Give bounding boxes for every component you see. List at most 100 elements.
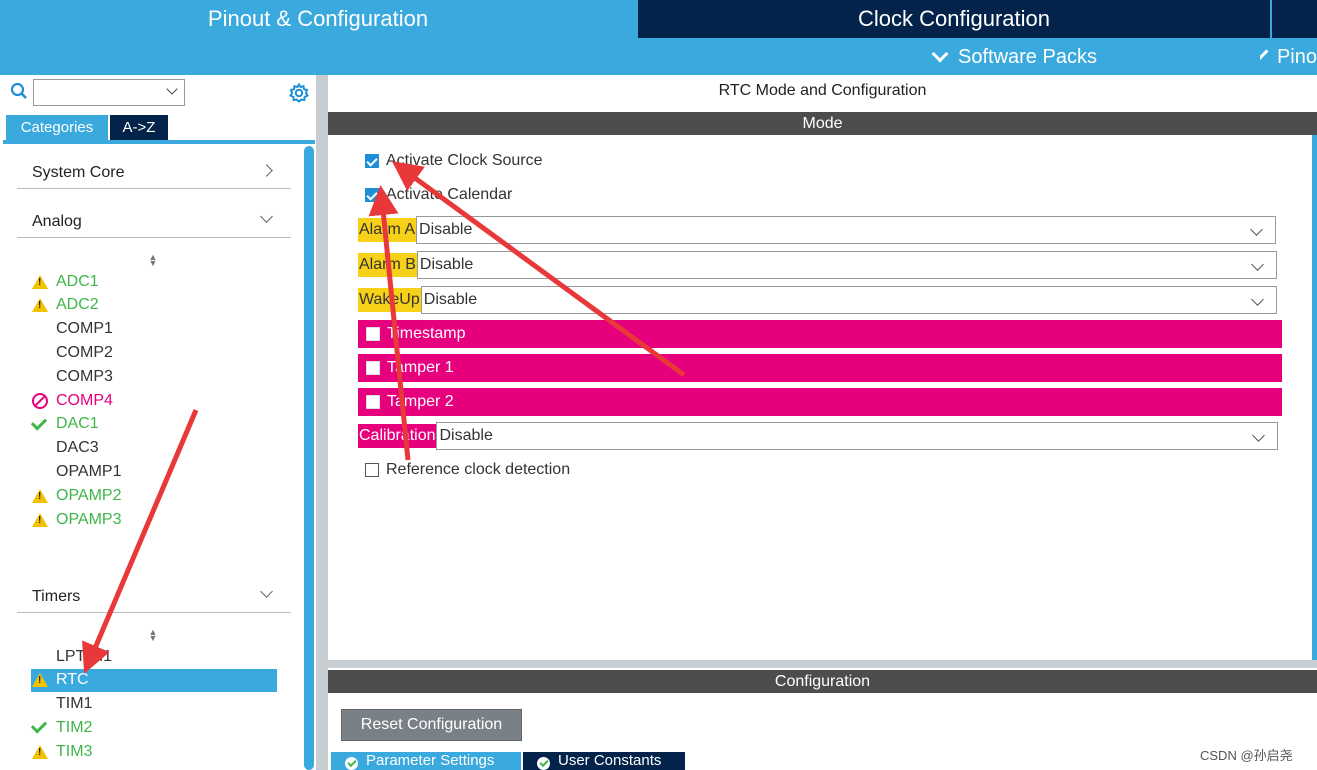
tamper1-row[interactable]: Tamper 1 <box>358 354 1282 382</box>
page-title: RTC Mode and Configuration <box>718 82 927 99</box>
list-item-label: OPAMP1 <box>56 462 122 480</box>
search-icon[interactable] <box>10 82 30 102</box>
panel-splitter[interactable] <box>328 660 1317 668</box>
reset-configuration-button[interactable]: Reset Configuration <box>341 709 522 741</box>
activate-calendar-checkbox[interactable] <box>365 188 379 202</box>
alarm-a-row: Alarm A Disable <box>358 216 1277 244</box>
no-entry-icon <box>32 392 52 410</box>
pinout-menu-label: Pino <box>1276 45 1317 68</box>
alarm-b-row: Alarm B Disable <box>358 251 1277 279</box>
list-item-opamp1[interactable]: OPAMP1 <box>32 460 122 483</box>
activate-clock-source-row[interactable]: Activate Clock Source <box>365 150 543 172</box>
activate-clock-source-checkbox[interactable] <box>365 154 379 168</box>
list-item-lptim1[interactable]: LPTIM1 <box>32 645 112 668</box>
wakeup-row: WakeUp Disable <box>358 286 1277 314</box>
calibration-value: Disable <box>439 427 493 444</box>
blank-icon <box>32 344 52 362</box>
activate-calendar-label: Activate Calendar <box>386 186 513 203</box>
tab-parameter-settings[interactable]: Parameter Settings <box>331 752 521 770</box>
tab-a-z[interactable]: A->Z <box>110 115 168 140</box>
tab-user-constants[interactable]: User Constants <box>523 752 685 770</box>
gear-icon[interactable] <box>288 82 310 104</box>
category-timers[interactable]: Timers <box>32 588 80 606</box>
blank-icon <box>32 648 52 666</box>
watermark: CSDN @孙启尧 <box>1200 748 1293 763</box>
category-system-core[interactable]: System Core <box>32 164 124 182</box>
tamper1-checkbox[interactable] <box>366 361 380 375</box>
list-item-tim2[interactable]: TIM2 <box>30 716 92 739</box>
sort-icon[interactable]: ▲ ▼ <box>148 253 158 268</box>
software-packs-menu[interactable]: Software Packs <box>931 40 1097 74</box>
list-item-label: ADC1 <box>56 272 99 290</box>
list-item-adc2[interactable]: ADC2 <box>32 294 99 317</box>
category-analog[interactable]: Analog <box>32 213 82 231</box>
tab-pinout-configuration[interactable]: Pinout & Configuration <box>0 0 636 38</box>
list-item-label: DAC1 <box>56 415 99 433</box>
timestamp-checkbox[interactable] <box>366 327 380 341</box>
list-item-label: COMP4 <box>56 391 113 409</box>
list-item-adc1[interactable]: ADC1 <box>32 270 99 293</box>
list-item-label: OPAMP2 <box>56 486 122 504</box>
list-item-tim3[interactable]: TIM3 <box>32 740 92 763</box>
alarm-b-select[interactable]: Disable <box>416 251 1277 279</box>
list-item-comp2[interactable]: COMP2 <box>32 341 113 364</box>
tamper2-row[interactable]: Tamper 2 <box>358 388 1282 416</box>
list-item-label: TIM3 <box>56 742 93 760</box>
tab-clock-configuration[interactable]: Clock Configuration <box>638 0 1270 38</box>
tab-parameter-settings-label: Parameter Settings <box>366 752 495 769</box>
tab-more[interactable] <box>1272 0 1317 38</box>
tamper1-label: Tamper 1 <box>387 359 454 376</box>
tamper2-checkbox[interactable] <box>366 395 380 409</box>
check-circle-icon <box>345 757 358 770</box>
chevron-down-icon <box>1250 223 1263 236</box>
alarm-b-value: Disable <box>419 256 474 273</box>
reference-clock-checkbox[interactable] <box>365 463 379 477</box>
list-item-comp3[interactable]: COMP3 <box>32 365 113 388</box>
warning-icon <box>32 296 52 314</box>
blank-icon <box>32 463 52 481</box>
list-item-dac3[interactable]: DAC3 <box>32 437 99 460</box>
tab-categories[interactable]: Categories <box>6 115 108 140</box>
chevron-down-icon <box>166 83 178 95</box>
warning-icon <box>32 743 52 761</box>
timestamp-row[interactable]: Timestamp <box>358 320 1282 348</box>
reference-clock-row[interactable]: Reference clock detection <box>365 459 570 481</box>
list-item-dac1[interactable]: DAC1 <box>30 413 99 436</box>
panel-splitter[interactable] <box>316 75 328 770</box>
blank-icon <box>32 439 52 457</box>
list-item-label: COMP1 <box>56 320 113 338</box>
list-item-comp4[interactable]: COMP4 <box>32 389 113 412</box>
chevron-down-icon <box>1251 258 1264 271</box>
wakeup-value: Disable <box>423 291 478 308</box>
activate-calendar-row[interactable]: Activate Calendar <box>365 184 512 206</box>
configuration-header: Configuration <box>328 670 1317 693</box>
alarm-a-label: Alarm A <box>358 218 417 242</box>
chevron-down-icon <box>1260 48 1269 60</box>
pinout-menu[interactable]: Pino <box>1260 40 1317 74</box>
right-scrollbar[interactable] <box>1312 135 1317 660</box>
list-item-label: COMP2 <box>56 343 113 361</box>
warning-icon <box>32 273 52 291</box>
calibration-select[interactable]: Disable <box>436 422 1279 450</box>
list-item-opamp2[interactable]: OPAMP2 <box>32 484 122 507</box>
alarm-a-select[interactable]: Disable <box>416 216 1277 244</box>
sort-icon[interactable]: ▲ ▼ <box>148 628 158 643</box>
divider <box>17 612 291 613</box>
list-item-label: COMP3 <box>56 367 113 385</box>
list-item-opamp3[interactable]: OPAMP3 <box>32 508 122 531</box>
list-item-tim1[interactable]: TIM1 <box>32 693 92 716</box>
chevron-down-icon <box>1252 429 1266 442</box>
list-item-rtc[interactable]: RTC <box>32 669 89 692</box>
list-item-label: RTC <box>56 671 89 689</box>
divider <box>17 237 291 238</box>
blank-icon <box>32 368 52 386</box>
reference-clock-label: Reference clock detection <box>386 461 571 478</box>
search-input[interactable] <box>33 79 185 106</box>
tamper2-label: Tamper 2 <box>387 393 454 410</box>
left-scrollbar[interactable] <box>304 146 314 770</box>
wakeup-select[interactable]: Disable <box>420 286 1277 314</box>
list-item-comp1[interactable]: COMP1 <box>32 318 113 341</box>
blank-icon <box>32 320 52 338</box>
software-packs-label: Software Packs <box>958 45 1097 68</box>
chevron-down-icon <box>931 45 949 63</box>
